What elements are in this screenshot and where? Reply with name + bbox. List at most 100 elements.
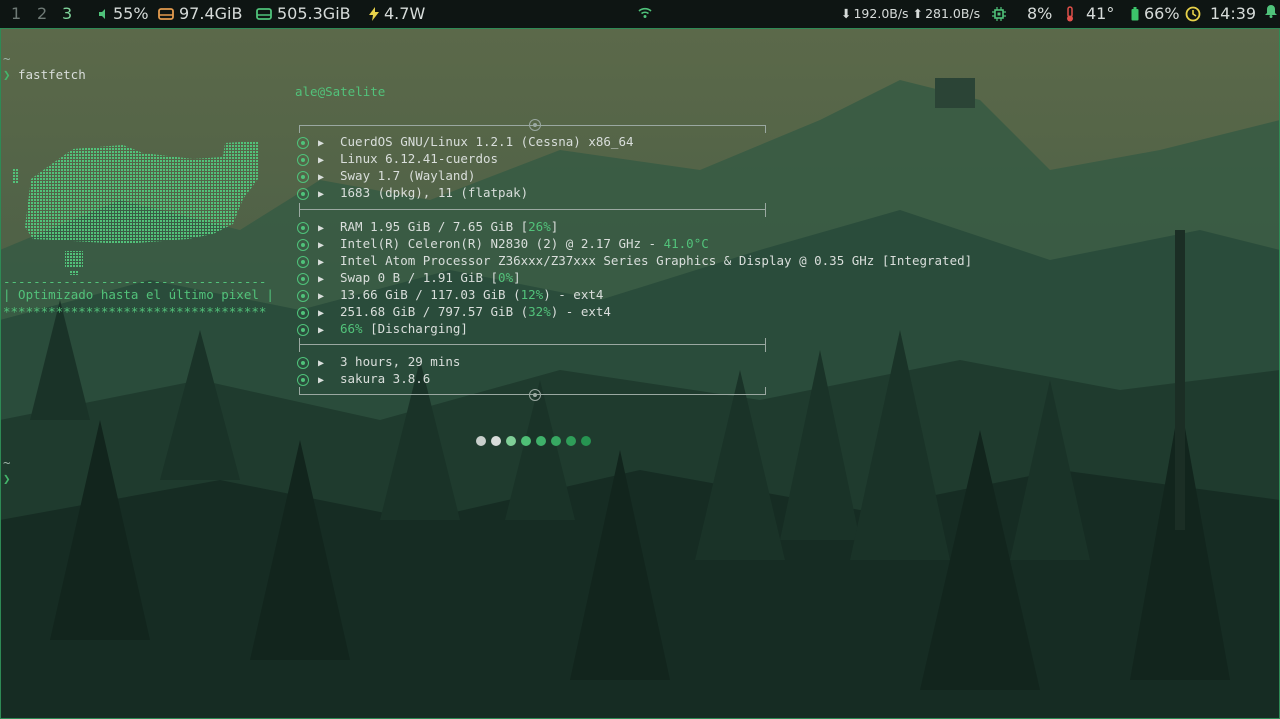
- cuerdos-ascii-logo: [13, 141, 258, 275]
- workspace-3[interactable]: 3: [62, 4, 72, 23]
- bullet-arrow: ▶: [318, 223, 325, 234]
- battery-icon: [297, 324, 309, 336]
- bullet-arrow: ▶: [318, 358, 325, 369]
- prompt-cwd: ~: [3, 455, 11, 470]
- net-up-value: 281.0B/s: [925, 6, 981, 21]
- banner-bottom: ***********************************: [3, 304, 267, 319]
- bullet-arrow: ▶: [318, 308, 325, 319]
- box-divider-2: [299, 344, 765, 345]
- info-disk-home: 251.68 GiB / 797.57 GiB (32%) - ext4: [340, 304, 611, 319]
- os-icon: [297, 137, 309, 149]
- info-memory: RAM 1.95 GiB / 7.65 GiB [26%]: [340, 219, 559, 234]
- terminal-icon: [297, 374, 309, 386]
- temperature-module[interactable]: 41°: [1065, 4, 1114, 23]
- clock-icon: [1185, 6, 1201, 21]
- bullet-arrow: ▶: [318, 274, 325, 285]
- bullet-arrow: ▶: [318, 138, 325, 149]
- volume-module[interactable]: 55%: [98, 4, 149, 23]
- box-corner: [299, 338, 300, 352]
- bullet-arrow: ▶: [318, 375, 325, 386]
- info-packages: 1683 (dpkg), 11 (flatpak): [340, 185, 529, 200]
- info-gpu: Intel Atom Processor Z36xxx/Z37xxx Serie…: [340, 253, 973, 268]
- command-text: fastfetch: [18, 67, 86, 82]
- disk2-module[interactable]: 505.3GiB: [256, 4, 351, 23]
- box-corner: [765, 338, 766, 352]
- palette-dot: [536, 436, 546, 446]
- user-host: ale@Satelite: [295, 84, 386, 99]
- packages-icon: [297, 188, 309, 200]
- info-uptime: 3 hours, 29 mins: [340, 354, 461, 369]
- box-knob-bottom: [529, 389, 541, 401]
- disk1-value: 97.4GiB: [179, 4, 243, 23]
- palette-dot: [581, 436, 591, 446]
- info-disk-root: 13.66 GiB / 117.03 GiB (12%) - ext4: [340, 287, 604, 302]
- status-bar: 1 2 3 55% 97.4GiB 505.3GiB 4.7W ⬇ 192.0B/…: [0, 0, 1280, 28]
- upload-icon: ⬆: [912, 6, 924, 21]
- memory-icon: [297, 222, 309, 234]
- power-module[interactable]: 4.7W: [369, 4, 425, 23]
- temp-value: 41°: [1086, 4, 1115, 23]
- disk1-module[interactable]: 97.4GiB: [158, 4, 242, 23]
- box-knob-top: [529, 119, 541, 131]
- terminal-window[interactable]: ~ ❯ fastfetch ale@Satelite -------------…: [0, 28, 1280, 719]
- palette-dot: [476, 436, 486, 446]
- notification-button[interactable]: [1265, 4, 1277, 18]
- hard-drive-icon: [158, 7, 174, 20]
- wm-icon: [297, 171, 309, 183]
- hard-drive-icon: [256, 7, 272, 20]
- prompt-symbol: ❯: [3, 471, 11, 486]
- banner-text: | Optimizado hasta el último pixel |: [3, 287, 274, 302]
- box-corner: [765, 125, 766, 133]
- disk-icon: [297, 307, 309, 319]
- bullet-arrow: ▶: [318, 325, 325, 336]
- cpu-icon: [297, 239, 309, 251]
- net-down-value: 192.0B/s: [853, 6, 909, 21]
- bullet-arrow: ▶: [318, 189, 325, 200]
- wifi-module[interactable]: [638, 7, 652, 19]
- thermometer-icon: [1067, 5, 1073, 21]
- cpu-value: 8%: [1027, 4, 1053, 23]
- bullet-arrow: ▶: [318, 291, 325, 302]
- palette-dot: [551, 436, 561, 446]
- gpu-icon: [297, 256, 309, 268]
- workspace-2[interactable]: 2: [37, 4, 47, 23]
- box-corner: [299, 387, 300, 395]
- volume-value: 55%: [113, 4, 149, 23]
- battery-module[interactable]: 66%: [1131, 4, 1180, 23]
- clock-value: 14:39: [1210, 4, 1257, 23]
- bullet-arrow: ▶: [318, 240, 325, 251]
- speaker-icon: [99, 8, 105, 19]
- info-cpu: Intel(R) Celeron(R) N2830 (2) @ 2.17 GHz…: [340, 236, 709, 251]
- prompt-cwd: ~: [3, 51, 11, 66]
- palette-dot: [521, 436, 531, 446]
- info-battery: 66% [Discharging]: [340, 321, 468, 336]
- bullet-arrow: ▶: [318, 172, 325, 183]
- bell-icon: [1265, 5, 1277, 18]
- power-value: 4.7W: [384, 4, 426, 23]
- workspace-1[interactable]: 1: [11, 4, 21, 23]
- prompt-symbol: ❯: [3, 67, 11, 82]
- info-wm: Sway 1.7 (Wayland): [340, 168, 476, 183]
- bullet-arrow: ▶: [318, 257, 325, 268]
- swap-icon: [297, 273, 309, 285]
- wifi-icon: [638, 7, 652, 18]
- palette-dot: [566, 436, 576, 446]
- palette-dot: [506, 436, 516, 446]
- disk2-value: 505.3GiB: [277, 4, 351, 23]
- network-module[interactable]: ⬇ 192.0B/s ⬆ 281.0B/s: [841, 6, 980, 21]
- disk-icon: [297, 290, 309, 302]
- chip-icon: [992, 6, 1006, 21]
- info-os: CuerdOS GNU/Linux 1.2.1 (Cessna) x86_64: [340, 134, 634, 149]
- box-divider-1: [299, 209, 765, 210]
- box-corner: [299, 203, 300, 217]
- clock-module[interactable]: 14:39: [1185, 4, 1256, 23]
- uptime-icon: [297, 357, 309, 369]
- box-corner: [299, 125, 300, 133]
- palette-dot: [491, 436, 501, 446]
- cpu-module[interactable]: 8%: [992, 4, 1052, 23]
- info-terminal: sakura 3.8.6: [340, 371, 431, 386]
- box-corner: [765, 203, 766, 217]
- kernel-icon: [297, 154, 309, 166]
- box-corner: [765, 387, 766, 395]
- battery-icon: [1131, 6, 1139, 20]
